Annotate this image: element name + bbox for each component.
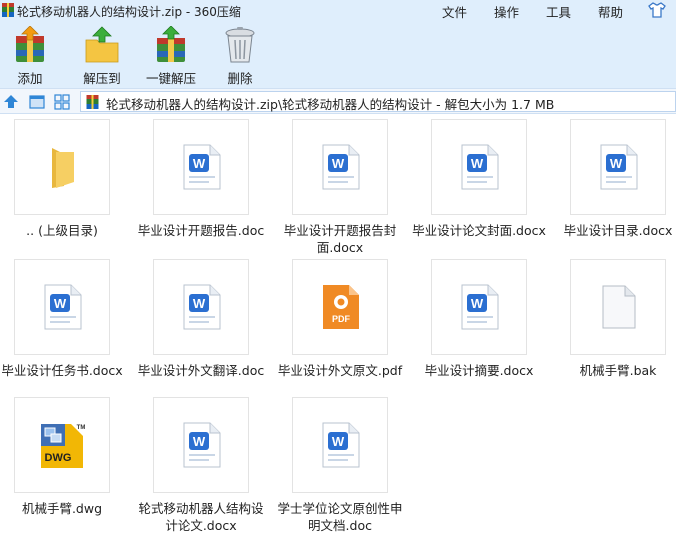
archive-icon xyxy=(86,95,99,109)
file-name[interactable]: 学士学位论文原创性申明文档.doc xyxy=(272,500,408,534)
file-tile-pdf[interactable]: PDF xyxy=(292,259,388,355)
folder-icon xyxy=(52,148,74,188)
add-button[interactable]: 添加 xyxy=(8,26,52,87)
dwg-file-icon: TM DWG xyxy=(41,424,86,468)
menu-help[interactable]: 帮助 xyxy=(598,2,623,21)
delete-button[interactable]: 删除 xyxy=(218,26,262,87)
path-text: 轮式移动机器人的结构设计.zip\轮式移动机器人的结构设计 - 解包大小为 1.… xyxy=(106,97,555,112)
file-name[interactable]: 毕业设计外文翻译.doc xyxy=(133,362,269,379)
file-tile-word[interactable]: W xyxy=(292,119,388,215)
file-name[interactable]: 机械手臂.bak xyxy=(550,362,676,379)
extract-to-button[interactable]: 解压到 xyxy=(78,26,126,87)
file-name[interactable]: 毕业设计论文封面.docx xyxy=(411,222,547,239)
svg-text:DWG: DWG xyxy=(45,452,72,464)
svg-text:W: W xyxy=(332,434,345,449)
archive-icon xyxy=(2,3,14,17)
file-grid: .. (上级目录) W 毕业设计开题报告.doc W 毕业设计开题报告封面.docx W 毕… xyxy=(0,114,676,544)
svg-text:W: W xyxy=(193,296,206,311)
word-document-icon: W xyxy=(183,422,221,468)
svg-text:W: W xyxy=(610,156,623,171)
menu-operate[interactable]: 操作 xyxy=(494,2,519,21)
file-tile-word[interactable]: W xyxy=(570,119,666,215)
file-name[interactable]: 毕业设计目录.docx xyxy=(550,222,676,239)
file-name[interactable]: 毕业设计开题报告封面.docx xyxy=(272,222,408,256)
pdf-document-icon: PDF xyxy=(323,285,359,329)
address-bar: 轮式移动机器人的结构设计.zip\轮式移动机器人的结构设计 - 解包大小为 1.… xyxy=(0,88,676,114)
file-tile-word[interactable]: W xyxy=(431,259,527,355)
word-document-icon: W xyxy=(183,284,221,330)
add-button-label: 添加 xyxy=(17,71,43,86)
svg-text:W: W xyxy=(54,296,67,311)
file-tile-word[interactable]: W xyxy=(153,259,249,355)
one-click-extract-label: 一键解压 xyxy=(145,71,196,86)
file-tile-word[interactable]: W xyxy=(153,119,249,215)
word-document-icon: W xyxy=(322,422,360,468)
svg-text:W: W xyxy=(193,156,206,171)
word-document-icon: W xyxy=(461,144,499,190)
skin-shirt-icon[interactable] xyxy=(648,2,666,18)
word-document-icon: W xyxy=(461,284,499,330)
word-document-icon: W xyxy=(322,144,360,190)
add-archive-icon xyxy=(16,26,44,62)
svg-text:PDF: PDF xyxy=(332,314,351,324)
word-document-icon: W xyxy=(600,144,638,190)
svg-text:W: W xyxy=(193,434,206,449)
file-name[interactable]: 毕业设计摘要.docx xyxy=(411,362,547,379)
file-tile-word[interactable]: W xyxy=(431,119,527,215)
file-name[interactable]: 轮式移动机器人结构设计论文.docx xyxy=(133,500,269,534)
one-click-extract-button[interactable]: 一键解压 xyxy=(142,26,200,87)
file-name[interactable]: 毕业设计任务书.docx xyxy=(0,362,130,379)
word-document-icon: W xyxy=(44,284,82,330)
blank-file-icon xyxy=(602,285,636,329)
file-name[interactable]: 毕业设计开题报告.doc xyxy=(133,222,269,239)
detail-view-icon[interactable] xyxy=(29,94,45,110)
svg-text:W: W xyxy=(471,156,484,171)
file-tile-folder[interactable] xyxy=(14,119,110,215)
svg-text:W: W xyxy=(471,296,484,311)
path-field[interactable]: 轮式移动机器人的结构设计.zip\轮式移动机器人的结构设计 - 解包大小为 1.… xyxy=(80,91,676,112)
file-tile-dwg[interactable]: TM DWG xyxy=(14,397,110,493)
file-name[interactable]: .. (上级目录) xyxy=(0,222,130,239)
up-arrow-icon[interactable] xyxy=(3,94,19,110)
delete-label: 删除 xyxy=(227,71,253,86)
svg-text:TM: TM xyxy=(77,425,86,431)
word-document-icon: W xyxy=(183,144,221,190)
menu-tools[interactable]: 工具 xyxy=(546,2,571,21)
one-click-extract-icon xyxy=(157,26,185,62)
file-tile-word[interactable]: W xyxy=(14,259,110,355)
title-bar: 轮式移动机器人的结构设计.zip - 360压缩 文件 操作 工具 帮助 xyxy=(0,0,676,22)
toolbar: 添加 解压到 一键解压 删除 xyxy=(0,22,676,88)
svg-text:W: W xyxy=(332,156,345,171)
extract-folder-icon xyxy=(85,26,119,63)
file-name[interactable]: 机械手臂.dwg xyxy=(0,500,130,517)
window-title: 轮式移动机器人的结构设计.zip - 360压缩 xyxy=(17,5,241,19)
file-name[interactable]: 毕业设计外文原文.pdf xyxy=(272,362,408,379)
thumbnail-view-icon[interactable] xyxy=(54,94,70,110)
file-tile-blank[interactable] xyxy=(570,259,666,355)
file-tile-word[interactable]: W xyxy=(292,397,388,493)
file-tile-word[interactable]: W xyxy=(153,397,249,493)
menu-file[interactable]: 文件 xyxy=(442,2,467,21)
trash-can-icon xyxy=(225,27,255,63)
extract-to-label: 解压到 xyxy=(83,71,121,86)
